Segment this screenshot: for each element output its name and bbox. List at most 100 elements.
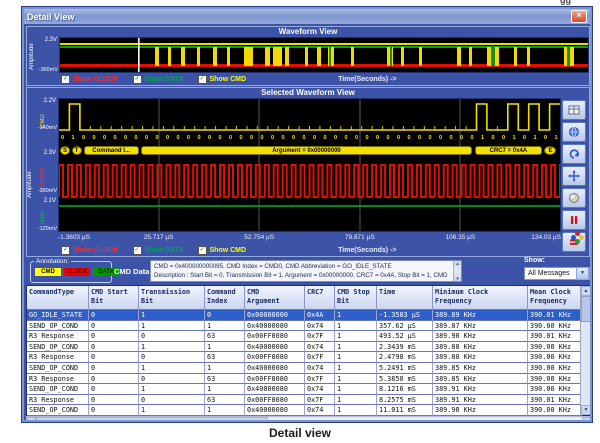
column-header[interactable]: CMD Argument (245, 286, 305, 310)
scroll-up-icon[interactable]: ▲ (454, 261, 461, 266)
table-row[interactable]: GO_IDLE_STATE0100x000000000x4A1-1.3583 µ… (27, 310, 582, 321)
start-bit-bubble[interactable]: S (60, 146, 70, 155)
bit-value: 0 (93, 135, 96, 141)
table-cell: 390.00 KHz (528, 374, 582, 385)
scroll-up-icon[interactable]: ▲ (581, 286, 591, 296)
column-header[interactable]: Transmission Bit (139, 286, 205, 310)
page: gg Detail View × Waveform View 2.3V Ampl… (0, 0, 600, 443)
bit-value: 0 (492, 135, 495, 141)
undo-icon-button[interactable] (562, 144, 586, 164)
checkbox-icon[interactable]: ✓ (133, 246, 142, 255)
checkbox-icon[interactable]: ✓ (198, 246, 207, 255)
bit-value: 0 (460, 135, 463, 141)
cursor-line (138, 38, 140, 72)
table-cell: 2.3439 mS (377, 342, 433, 353)
bit-value: 0 (61, 135, 64, 141)
column-header[interactable]: CMD Start Bit (89, 286, 139, 310)
bit-value: 0 (282, 135, 285, 141)
table-cell: 390.00 KHz (528, 405, 582, 416)
pause-icon-button[interactable] (562, 210, 586, 230)
show-toggle[interactable]: ✓Show DATA (133, 246, 184, 255)
column-header[interactable]: Mean Clock Frequency (528, 286, 582, 310)
sphere-icon-button[interactable] (562, 188, 586, 208)
table-cell: SEND_OP_COND (27, 363, 89, 374)
title-bar[interactable]: Detail View × (24, 9, 590, 24)
table-cell: R3 Response (27, 331, 89, 342)
table-cell: SEND_OP_COND (27, 405, 89, 416)
bit-value: 0 (292, 135, 295, 141)
cmd-data-scrollbar[interactable]: ▲ ▼ (453, 261, 461, 281)
checkbox-icon[interactable]: ✓ (61, 246, 70, 255)
table-row[interactable]: R3 Response00630x00FF80800x7F12.4798 mS3… (27, 352, 582, 363)
bit-value: 0 (324, 135, 327, 141)
table-cell: 389.88 KHz (433, 342, 528, 353)
table-cell: 1 (139, 384, 205, 395)
table-cell: 0 (89, 310, 139, 321)
table-cell: 0x7F (305, 331, 335, 342)
table-row[interactable]: SEND_OP_COND0110x400000800x74111.011 mS3… (27, 405, 582, 416)
scroll-left-icon[interactable]: ◄ (27, 417, 36, 422)
table-cell: R3 Response (27, 352, 89, 363)
checkbox-icon[interactable]: ✓ (133, 75, 142, 84)
table-cell: 1 (335, 384, 377, 395)
show-toggle[interactable]: ✓Show CLOCK (61, 246, 119, 255)
show-toggle[interactable]: ✓Show DATA (133, 75, 184, 84)
close-icon[interactable]: × (571, 10, 587, 23)
table-cell: 0x00FF8080 (245, 331, 305, 342)
window-title: Detail View (27, 12, 74, 22)
command-index-bubble[interactable]: Command I... (84, 146, 139, 155)
show-toggle[interactable]: ✓Show CLOCK (61, 75, 119, 84)
bit-value: 1 (72, 135, 75, 141)
selected-waveform-view-panel: Selected Waveform View 2.2V CMD -140mV A… (26, 87, 590, 257)
selected-waveform-plot[interactable]: 0100000000000000000000000000000000000000… (58, 98, 561, 232)
column-header[interactable]: Time (377, 286, 433, 310)
table-cell: 0 (89, 374, 139, 385)
column-header[interactable]: Command Index (205, 286, 245, 310)
show-toggle-label: Show CLOCK (73, 247, 119, 254)
table-cell: 389.88 KHz (433, 352, 528, 363)
end-bit-bubble[interactable]: E (544, 146, 556, 155)
table-row[interactable]: R3 Response00630x00FF80800x7F15.3850 mS3… (27, 374, 582, 385)
column-header[interactable]: CMD Stop Bit (335, 286, 377, 310)
show-toggle[interactable]: ✓Show CMD (198, 246, 247, 255)
checkbox-icon[interactable]: ✓ (61, 75, 70, 84)
table-cell: 390.00 KHz (528, 342, 582, 353)
table-cell: 0x74 (305, 363, 335, 374)
show-toggle[interactable]: ✓Show CMD (198, 75, 247, 84)
dropdown-arrow-icon[interactable]: ▼ (576, 267, 589, 280)
table-vertical-scrollbar[interactable]: ▲ ▼ (580, 286, 591, 415)
table-row[interactable]: SEND_OP_COND0110x400000800x7415.2491 mS3… (27, 363, 582, 374)
table-cell: 1 (205, 321, 245, 332)
globe-icon-button[interactable] (562, 122, 586, 142)
table-row[interactable]: SEND_OP_COND0110x400000800x741357.62 µS3… (27, 321, 582, 332)
scrollbar-thumb[interactable] (36, 417, 268, 422)
time-tick-label: 106.35 µS (446, 234, 476, 241)
table-cell: 390.01 KHz (528, 331, 582, 342)
argument-bubble[interactable]: Argument = 0x00000000 (141, 146, 472, 155)
overview-waveform-plot[interactable] (59, 37, 589, 73)
column-header[interactable]: CRC7 (305, 286, 335, 310)
table-row[interactable]: R3 Response00630x00FF80800x7F1493.52 µS3… (27, 331, 582, 342)
table-cell: 389.85 KHz (433, 363, 528, 374)
scrollbar-thumb[interactable] (581, 296, 591, 322)
show-filter-dropdown[interactable]: All Messages ▼ (524, 267, 590, 280)
column-header[interactable]: CommandType (27, 286, 89, 310)
column-header[interactable]: Minimum Clock Frequency (433, 286, 528, 310)
table-cell: 0 (89, 342, 139, 353)
crc7-bubble[interactable]: CRC7 = 0x4A (475, 146, 542, 155)
scroll-down-icon[interactable]: ▼ (581, 405, 591, 415)
scroll-down-icon[interactable]: ▼ (454, 276, 461, 281)
transmission-bit-bubble[interactable]: T (72, 146, 82, 155)
checkbox-icon[interactable]: ✓ (198, 75, 207, 84)
scroll-right-icon[interactable]: ► (582, 417, 591, 422)
move-icon-button[interactable] (562, 166, 586, 186)
clock-waveform (59, 165, 560, 197)
table-row[interactable]: SEND_OP_COND0110x400000800x7418.1216 mS3… (27, 384, 582, 395)
table-row[interactable]: SEND_OP_COND0110x400000800x7412.3439 mS3… (27, 342, 582, 353)
cmd-data-textbox[interactable]: CMD = 0x400000000095, CMD Index = CMD0, … (150, 260, 462, 282)
table-icon-button[interactable] (562, 100, 586, 120)
table-horizontal-scrollbar[interactable]: ◄ ► (26, 416, 592, 422)
bit-value: 0 (156, 135, 159, 141)
table-row[interactable]: R3 Response00630x00FF80800x7F18.2575 mS3… (27, 395, 582, 406)
table-cell: 2.4798 mS (377, 352, 433, 363)
